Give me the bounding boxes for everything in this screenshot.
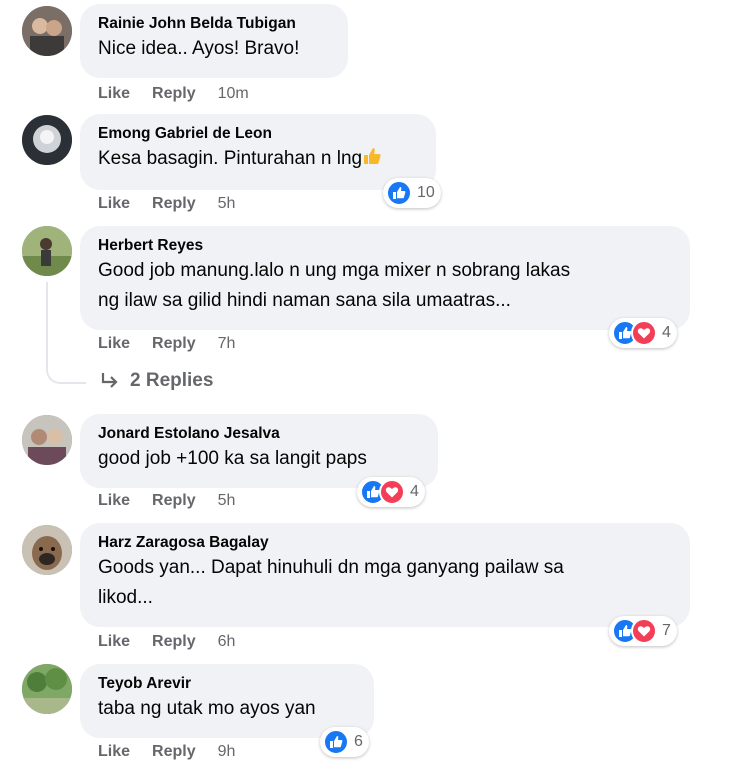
reaction-count: 4 xyxy=(662,324,671,341)
comment-text-line: Goods yan... Dapat hinuhuli dn mga ganya… xyxy=(98,557,564,578)
avatar-photo-icon xyxy=(22,6,72,56)
reply-link[interactable]: Reply xyxy=(152,85,196,103)
reaction-count: 7 xyxy=(662,622,671,639)
like-link[interactable]: Like xyxy=(98,743,130,761)
like-reaction-icon xyxy=(323,729,349,755)
like-link[interactable]: Like xyxy=(98,85,130,103)
avatar[interactable] xyxy=(22,6,72,56)
love-reaction-icon xyxy=(631,320,657,346)
reaction-summary[interactable]: 4 xyxy=(609,318,677,348)
love-reaction-icon xyxy=(631,618,657,644)
commenter-name[interactable]: Herbert Reyes xyxy=(98,236,672,256)
comment-timestamp[interactable]: 6h xyxy=(218,633,236,651)
comment-actions: Like Reply 10m xyxy=(98,85,249,103)
comment-text: Nice idea.. Ayos! Bravo! xyxy=(98,38,300,59)
commenter-name[interactable]: Teyob Arevir xyxy=(98,674,356,694)
commenter-name[interactable]: Jonard Estolano Jesalva xyxy=(98,424,420,444)
avatar[interactable] xyxy=(22,115,72,165)
comment-bubble: Harz Zaragosa Bagalay Goods yan... Dapat… xyxy=(80,523,690,627)
comment-text: taba ng utak mo ayos yan xyxy=(98,698,316,719)
comment-text-body: Kesa basagin. Pinturahan n lng xyxy=(98,148,363,169)
comment-timestamp[interactable]: 9h xyxy=(218,743,236,761)
comment-bubble: Herbert Reyes Good job manung.lalo n ung… xyxy=(80,226,690,330)
love-reaction-icon xyxy=(379,479,405,505)
like-link[interactable]: Like xyxy=(98,195,130,213)
comment-text-line: Good job manung.lalo n ung mga mixer n s… xyxy=(98,260,571,281)
comment-text: Kesa basagin. Pinturahan n lng xyxy=(98,144,418,174)
commenter-name[interactable]: Rainie John Belda Tubigan xyxy=(98,14,330,34)
reaction-count: 10 xyxy=(417,184,435,201)
avatar[interactable] xyxy=(22,415,72,465)
comment-text-line: ng ilaw sa gilid hindi naman sana sila u… xyxy=(98,290,511,311)
reaction-summary[interactable]: 10 xyxy=(383,178,441,208)
replies-count-label[interactable]: 2 Replies xyxy=(130,370,213,392)
reply-link[interactable]: Reply xyxy=(152,743,196,761)
avatar-photo-icon xyxy=(22,664,72,714)
avatar-photo-icon xyxy=(22,415,72,465)
reaction-summary[interactable]: 6 xyxy=(320,727,369,757)
thread-connector-line xyxy=(46,282,86,384)
reaction-count: 4 xyxy=(410,483,419,500)
comment-timestamp[interactable]: 7h xyxy=(218,335,236,353)
comment-actions: Like Reply 5h xyxy=(98,492,235,510)
comment-timestamp[interactable]: 10m xyxy=(218,85,249,103)
reaction-summary[interactable]: 7 xyxy=(609,616,677,646)
commenter-name[interactable]: Harz Zaragosa Bagalay xyxy=(98,533,672,553)
avatar-photo-icon xyxy=(22,525,72,575)
avatar[interactable] xyxy=(22,226,72,276)
comment-timestamp[interactable]: 5h xyxy=(218,492,236,510)
view-replies-button[interactable]: 2 Replies xyxy=(100,370,213,392)
like-link[interactable]: Like xyxy=(98,492,130,510)
comment-actions: Like Reply 5h xyxy=(98,195,235,213)
like-link[interactable]: Like xyxy=(98,335,130,353)
reply-link[interactable]: Reply xyxy=(152,335,196,353)
comment-actions: Like Reply 6h xyxy=(98,633,235,651)
thumbs-up-emoji-icon xyxy=(364,148,381,164)
reaction-summary[interactable]: 4 xyxy=(357,477,425,507)
commenter-name[interactable]: Emong Gabriel de Leon xyxy=(98,124,418,144)
avatar-photo-icon xyxy=(22,115,72,165)
like-link[interactable]: Like xyxy=(98,633,130,651)
comment-text-line: likod... xyxy=(98,587,153,608)
reply-link[interactable]: Reply xyxy=(152,195,196,213)
comment-timestamp[interactable]: 5h xyxy=(218,195,236,213)
comment-bubble: Rainie John Belda Tubigan Nice idea.. Ay… xyxy=(80,4,348,78)
reaction-count: 6 xyxy=(354,733,363,750)
reply-arrow-icon xyxy=(101,373,118,388)
avatar-photo-icon xyxy=(22,226,72,276)
comment-actions: Like Reply 7h xyxy=(98,335,235,353)
comment-bubble: Emong Gabriel de Leon Kesa basagin. Pint… xyxy=(80,114,436,190)
avatar[interactable] xyxy=(22,664,72,714)
avatar[interactable] xyxy=(22,525,72,575)
comment-actions: Like Reply 9h xyxy=(98,743,235,761)
comment-text: good job +100 ka sa langit paps xyxy=(98,448,367,469)
reply-link[interactable]: Reply xyxy=(152,492,196,510)
reply-link[interactable]: Reply xyxy=(152,633,196,651)
like-reaction-icon xyxy=(386,180,412,206)
